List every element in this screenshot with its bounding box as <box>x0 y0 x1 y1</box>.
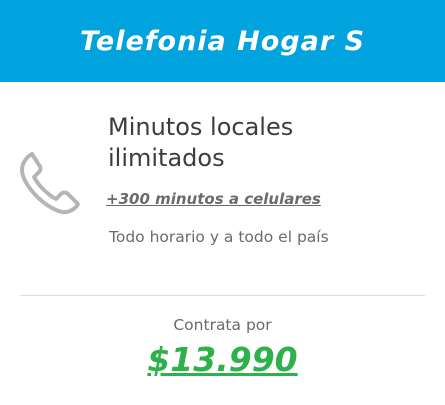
extra-minutes-link[interactable]: +300 minutos a celulares <box>106 190 321 208</box>
plan-title: Telefonia Hogar S <box>79 25 366 57</box>
divider <box>20 295 425 296</box>
feature-title-line2: ilimitados <box>108 144 225 172</box>
phone-icon <box>20 152 80 215</box>
plan-header: Telefonia Hogar S <box>0 0 445 82</box>
cta-label: Contrata por <box>173 316 272 334</box>
plan-card: Telefonia Hogar S Minutos locales ilimit… <box>0 0 445 405</box>
feature-subtitle: Todo horario y a todo el país <box>109 228 329 246</box>
price-link[interactable]: $13.990 <box>0 340 445 379</box>
feature-title: Minutos locales ilimitados <box>108 112 428 174</box>
feature-title-line1: Minutos locales <box>108 113 294 141</box>
